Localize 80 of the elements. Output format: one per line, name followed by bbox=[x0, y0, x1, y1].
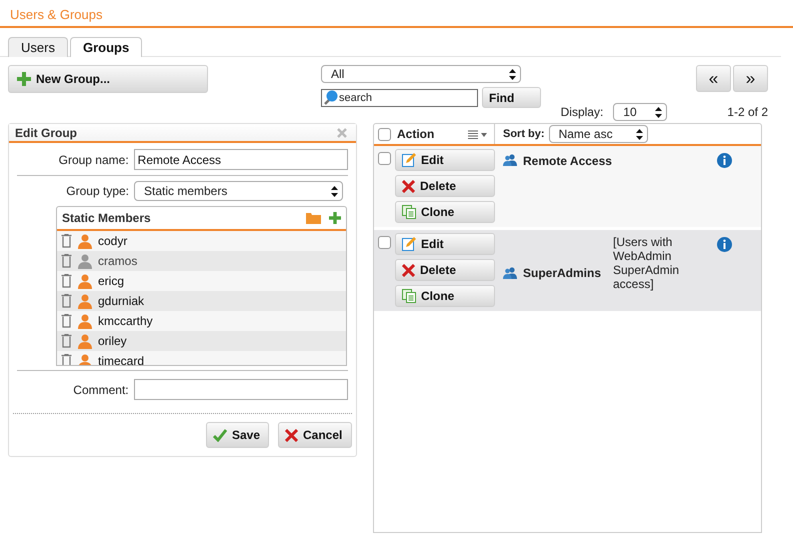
delete-icon bbox=[402, 180, 415, 192]
field-label: Comment: bbox=[72, 382, 130, 396]
previous-page-button[interactable]: « bbox=[696, 65, 731, 92]
trash-icon[interactable] bbox=[61, 294, 72, 308]
comment-field[interactable] bbox=[134, 379, 348, 400]
plus-icon bbox=[17, 72, 31, 86]
plus-icon bbox=[329, 212, 341, 224]
row-checkbox[interactable] bbox=[378, 236, 391, 249]
trash-icon[interactable] bbox=[61, 234, 72, 248]
info-icon[interactable] bbox=[717, 237, 732, 252]
select-arrows-icon bbox=[331, 186, 338, 196]
member-name: kmccarthy bbox=[98, 314, 153, 328]
check-icon bbox=[213, 428, 227, 442]
row-action-button[interactable]: Edit bbox=[395, 233, 495, 255]
member-name: timecard bbox=[98, 354, 144, 365]
group-name: Remote Access bbox=[523, 154, 612, 168]
row-action-button[interactable]: Clone bbox=[395, 201, 495, 223]
trash-icon[interactable] bbox=[61, 334, 72, 348]
cancel-button[interactable]: Cancel bbox=[278, 422, 352, 448]
group-icon bbox=[503, 154, 517, 166]
member-name: ericg bbox=[98, 274, 124, 288]
folder-icon[interactable] bbox=[306, 212, 321, 224]
new-group-button[interactable]: New Group... bbox=[8, 65, 208, 93]
member-name: gdurniak bbox=[98, 294, 144, 308]
trash-icon[interactable] bbox=[61, 254, 72, 268]
copy-icon bbox=[402, 289, 416, 303]
sort-label: Sort by: bbox=[503, 128, 545, 140]
save-button[interactable]: Save bbox=[206, 422, 269, 448]
copy-icon bbox=[402, 205, 416, 219]
page-title: Users & Groups bbox=[10, 7, 102, 22]
tab[interactable]: Users bbox=[8, 37, 68, 57]
trash-icon[interactable] bbox=[61, 354, 72, 365]
group-type-select[interactable]: Static members bbox=[134, 181, 343, 201]
member-row[interactable]: ericg bbox=[57, 271, 346, 291]
group-icon bbox=[503, 266, 517, 278]
group-name: SuperAdmins bbox=[523, 266, 602, 280]
filter-select[interactable]: All bbox=[321, 65, 521, 83]
row-action-button[interactable]: Clone bbox=[395, 285, 495, 307]
search-field[interactable]: search bbox=[321, 89, 478, 107]
page-range: 1-2 of 2 bbox=[727, 105, 768, 119]
edit-icon bbox=[402, 237, 416, 251]
field-label: Group name: bbox=[58, 152, 130, 166]
group-description: [Users with WebAdmin SuperAdmin access] bbox=[613, 235, 680, 293]
edit-icon bbox=[402, 153, 416, 167]
tab[interactable]: Groups bbox=[70, 37, 142, 57]
members-title: Static Members bbox=[62, 211, 151, 225]
trash-icon[interactable] bbox=[61, 314, 72, 328]
row-action-button[interactable]: Delete bbox=[395, 175, 495, 197]
select-arrows-icon bbox=[655, 106, 662, 118]
field-label: Group type: bbox=[65, 184, 130, 198]
trash-icon[interactable] bbox=[61, 274, 72, 288]
member-row[interactable]: kmccarthy bbox=[57, 311, 346, 331]
column-header: Action bbox=[397, 127, 436, 141]
info-icon[interactable] bbox=[717, 153, 732, 168]
member-row[interactable]: timecard bbox=[57, 351, 346, 365]
display-label: Display: bbox=[560, 105, 604, 119]
search-icon bbox=[323, 90, 338, 105]
close-icon[interactable] bbox=[337, 128, 347, 138]
delete-icon bbox=[402, 264, 415, 276]
row-checkbox[interactable] bbox=[378, 152, 391, 165]
row-action-button[interactable]: Delete bbox=[395, 259, 495, 281]
member-row[interactable]: oriley bbox=[57, 331, 346, 351]
member-name: cramos bbox=[98, 254, 138, 268]
find-button[interactable]: Find bbox=[482, 87, 541, 108]
member-name: oriley bbox=[98, 334, 127, 348]
list-menu-icon[interactable] bbox=[468, 130, 488, 138]
member-name: codyr bbox=[98, 234, 128, 248]
sort-select[interactable]: Name asc bbox=[548, 125, 648, 143]
next-page-button[interactable]: » bbox=[733, 65, 768, 92]
member-row[interactable]: gdurniak bbox=[57, 291, 346, 311]
member-row[interactable]: codyr bbox=[57, 231, 346, 251]
select-all-checkbox[interactable] bbox=[378, 128, 391, 140]
group-name-field[interactable]: Remote Access bbox=[134, 149, 348, 170]
display-select[interactable]: 10 bbox=[613, 103, 668, 121]
member-row[interactable]: cramos bbox=[57, 251, 346, 271]
delete-icon bbox=[285, 428, 298, 442]
panel-title: Edit Group bbox=[15, 126, 77, 140]
select-arrows-icon bbox=[509, 68, 516, 80]
select-arrows-icon bbox=[636, 128, 643, 140]
row-action-button[interactable]: Edit bbox=[395, 149, 495, 171]
